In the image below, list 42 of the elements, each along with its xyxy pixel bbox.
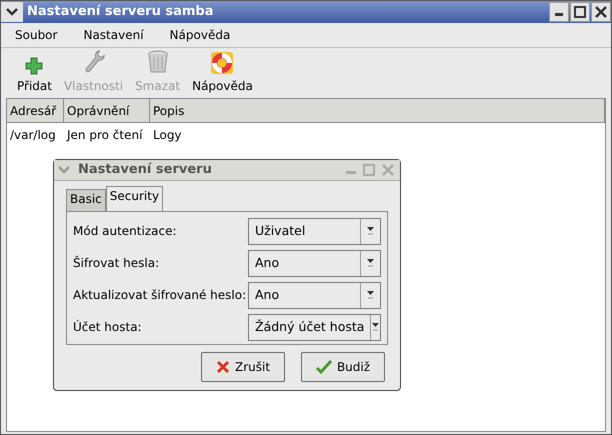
dialog-button[interactable]: Budiž (301, 352, 385, 382)
table-cell-text: /var/log (9, 127, 57, 144)
close-icon (595, 6, 607, 18)
menu-item[interactable]: Nápověda (162, 26, 238, 44)
window-title: Nastavení serveru samba (27, 3, 214, 22)
table-cell-text: Logy (152, 127, 183, 144)
dropdown[interactable]: Ano (248, 282, 381, 308)
maximize-icon (574, 6, 586, 18)
dropdown-arrow-icon (367, 290, 374, 300)
cross-icon (216, 360, 230, 374)
lifebuoy-icon (210, 51, 234, 75)
field-label: Aktualizovat šifrované heslo: (73, 287, 246, 304)
dialog-button[interactable]: Zrušit (201, 352, 285, 382)
dropdown-arrow-icon (367, 258, 374, 268)
column-header[interactable]: Oprávnění (64, 99, 150, 122)
dropdown[interactable]: Žádný účet hosta (248, 314, 381, 340)
dialog-title: Nastavení serveru (78, 161, 213, 180)
plus-icon (25, 57, 44, 75)
field-label: Mód autentizace: (73, 223, 176, 240)
menu-item[interactable]: Soubor (7, 26, 66, 44)
dropdown[interactable]: Ano (248, 250, 381, 276)
close-button[interactable] (591, 2, 611, 22)
checkmark-icon (316, 360, 332, 374)
chevron-icon (58, 166, 70, 174)
toolbar-button[interactable]: Přidat (13, 49, 56, 95)
tab[interactable]: Basic (66, 189, 106, 211)
dropdown-arrow-icon (372, 322, 380, 332)
column-header[interactable]: Popis (150, 99, 605, 122)
tab[interactable]: Security (106, 186, 164, 211)
trash-icon (146, 49, 169, 75)
window-menu-button[interactable] (1, 2, 23, 22)
table-cell-text: Jen pro čtení (65, 127, 144, 144)
toolbar-button[interactable]: Nápověda (188, 49, 257, 95)
field-label: Účet hosta: (73, 318, 142, 336)
menu-item[interactable]: Nastavení (75, 26, 152, 44)
dropdown-arrow-icon (367, 226, 374, 236)
column-header[interactable]: Adresář (7, 99, 64, 122)
maximize-button[interactable] (570, 2, 590, 22)
chevron-icon (6, 8, 18, 16)
field-label: Šifrovat hesla: (73, 254, 160, 272)
dropdown[interactable]: Uživatel (248, 218, 381, 244)
minimize-button[interactable] (549, 2, 569, 22)
